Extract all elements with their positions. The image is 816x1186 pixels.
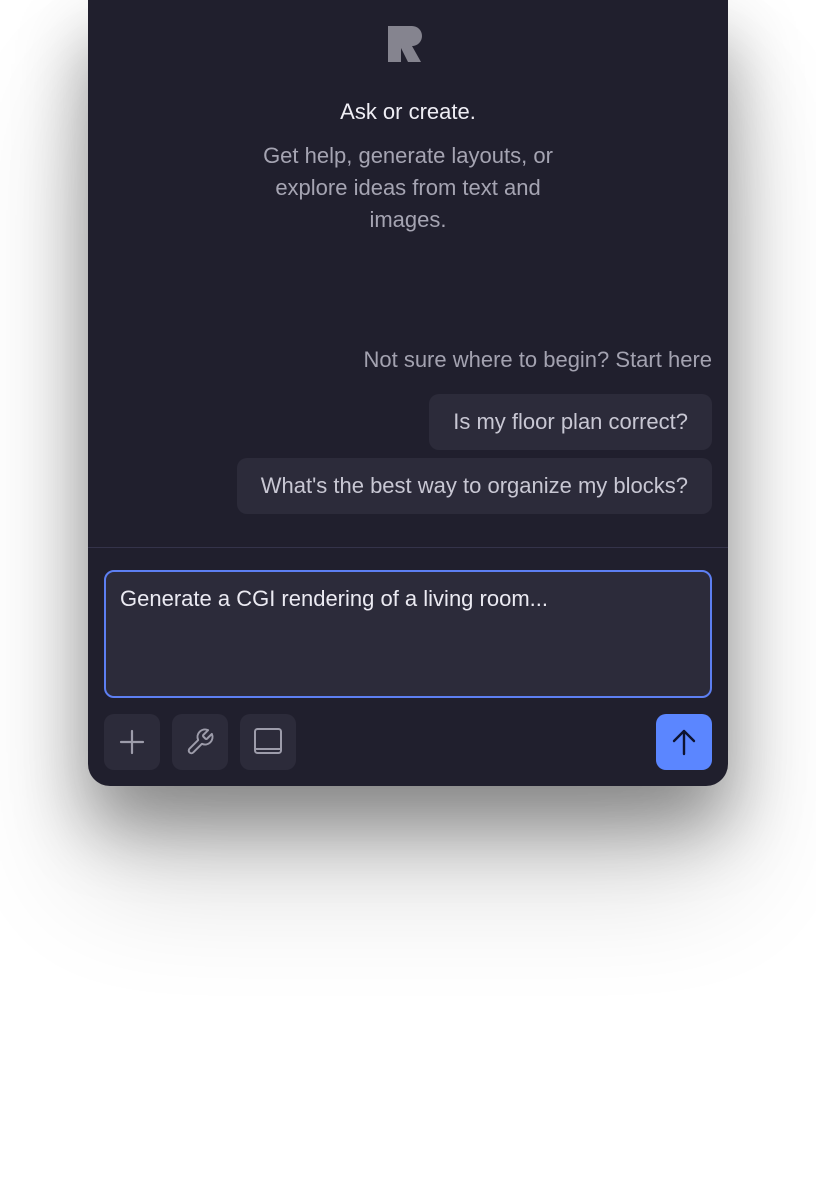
divider xyxy=(88,547,728,548)
send-button[interactable] xyxy=(656,714,712,770)
suggestions-hint: Not sure where to begin? Start here xyxy=(363,347,712,372)
r-logo-icon xyxy=(388,26,422,62)
welcome-heading: Ask or create. xyxy=(340,99,476,124)
suggestion-organize-blocks[interactable]: What's the best way to organize my block… xyxy=(236,458,712,514)
tools-button[interactable] xyxy=(172,714,228,770)
prompt-input[interactable]: Generate a CGI rendering of a living roo… xyxy=(104,570,712,698)
book-icon xyxy=(254,728,282,754)
wrench-icon xyxy=(187,728,214,755)
arrow-up-icon xyxy=(672,729,696,756)
welcome-subtitle: Get help, generate layouts, or explore i… xyxy=(263,143,553,232)
plus-icon xyxy=(119,729,145,755)
library-button[interactable] xyxy=(240,714,296,770)
prompt-input-text: Generate a CGI rendering of a living roo… xyxy=(120,586,548,611)
assistant-panel: Ask or create. Get help, generate layout… xyxy=(88,0,728,786)
suggestion-floor-plan[interactable]: Is my floor plan correct? xyxy=(429,394,712,450)
add-attachment-button[interactable] xyxy=(104,714,160,770)
